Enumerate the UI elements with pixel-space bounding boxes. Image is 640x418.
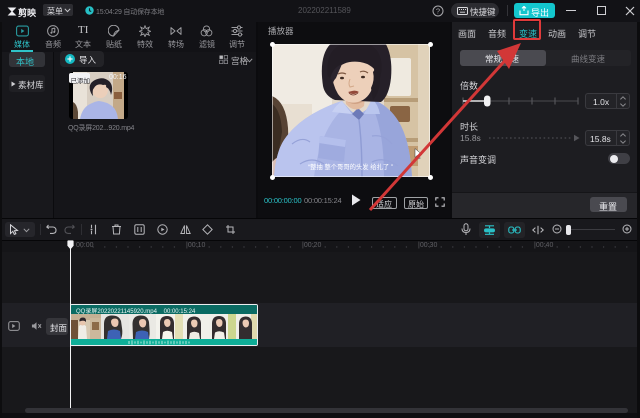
- svg-text:?: ?: [436, 7, 440, 16]
